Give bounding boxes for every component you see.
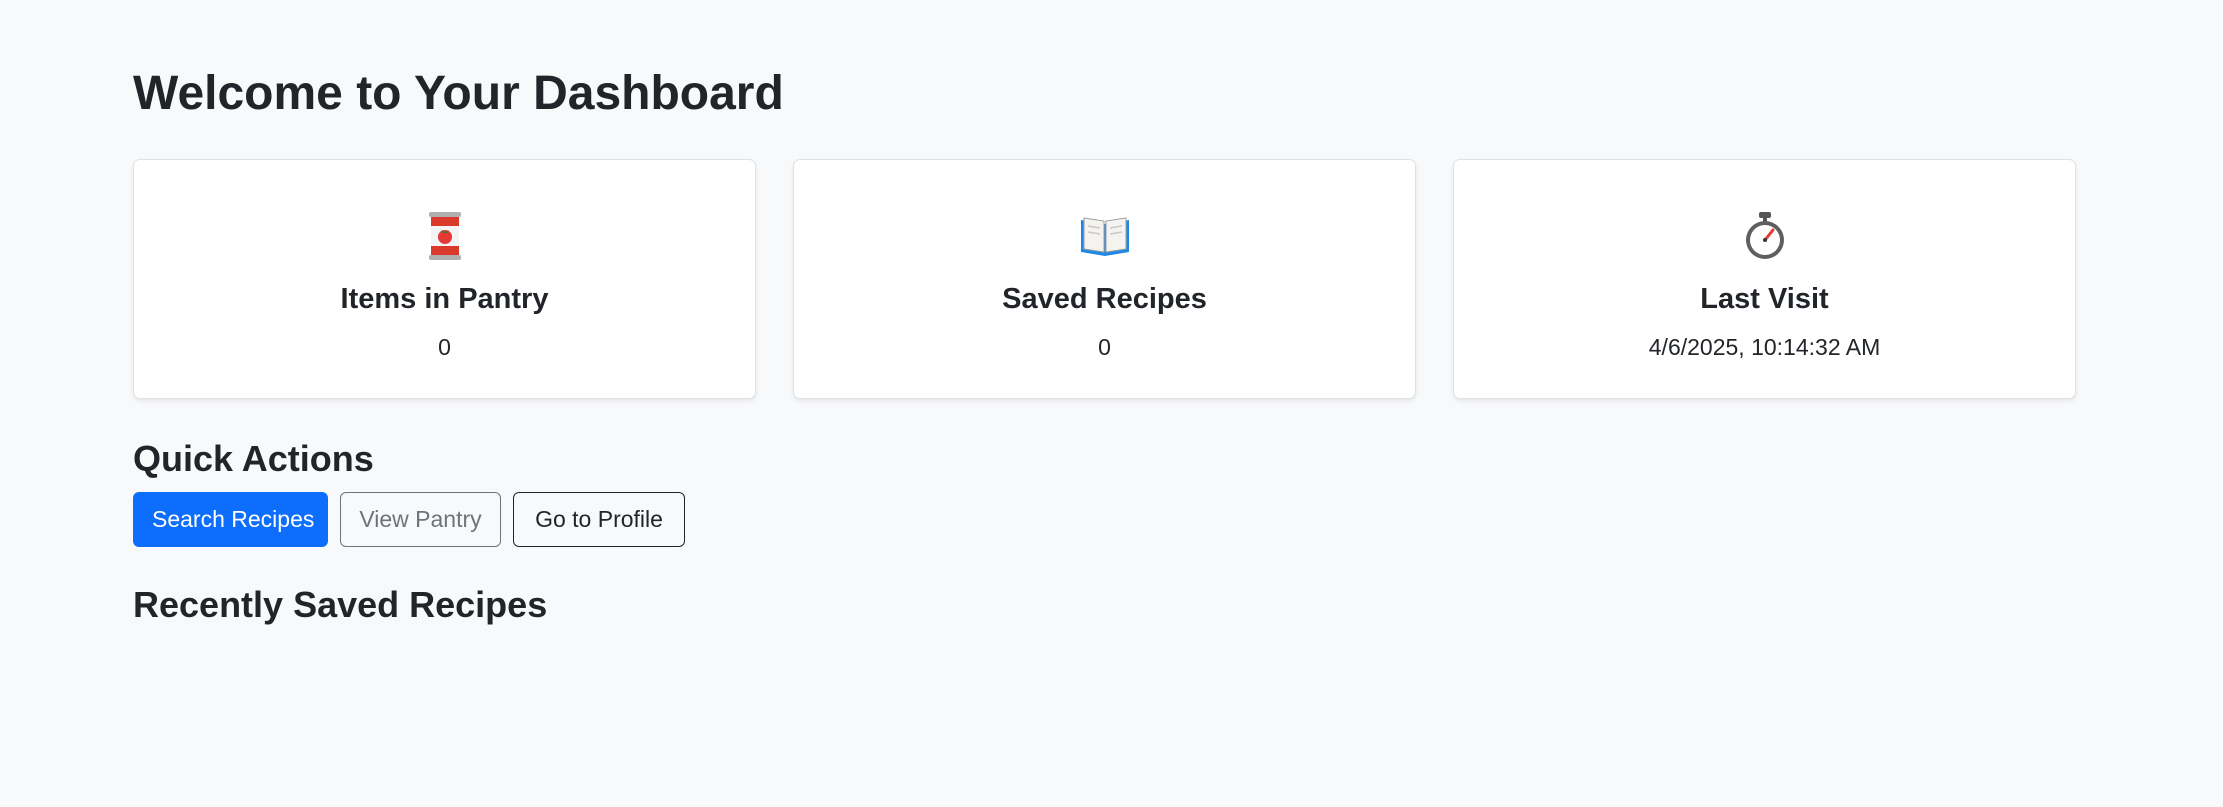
pantry-items-card: Items in Pantry 0 <box>133 159 756 399</box>
view-pantry-button[interactable]: View Pantry <box>340 492 501 547</box>
saved-recipes-card: Saved Recipes 0 <box>793 159 1416 399</box>
pantry-items-count: 0 <box>438 334 451 360</box>
tomato-can-icon <box>134 208 755 264</box>
last-visit-card: Last Visit 4/6/2025, 10:14:32 AM <box>1453 159 2076 399</box>
page-title: Welcome to Your Dashboard <box>133 67 784 120</box>
last-visit-label: Last Visit <box>1700 283 1829 315</box>
go-to-profile-button[interactable]: Go to Profile <box>513 492 685 547</box>
quick-actions-title: Quick Actions <box>133 438 374 479</box>
recently-saved-recipes-title: Recently Saved Recipes <box>133 584 548 625</box>
open-book-icon <box>794 208 1415 264</box>
saved-recipes-label: Saved Recipes <box>1002 283 1207 315</box>
saved-recipes-count: 0 <box>1098 334 1111 360</box>
stopwatch-icon <box>1454 208 2075 264</box>
last-visit-timestamp: 4/6/2025, 10:14:32 AM <box>1648 334 1881 360</box>
pantry-items-label: Items in Pantry <box>340 283 549 315</box>
search-recipes-button[interactable]: Search Recipes <box>133 492 328 547</box>
